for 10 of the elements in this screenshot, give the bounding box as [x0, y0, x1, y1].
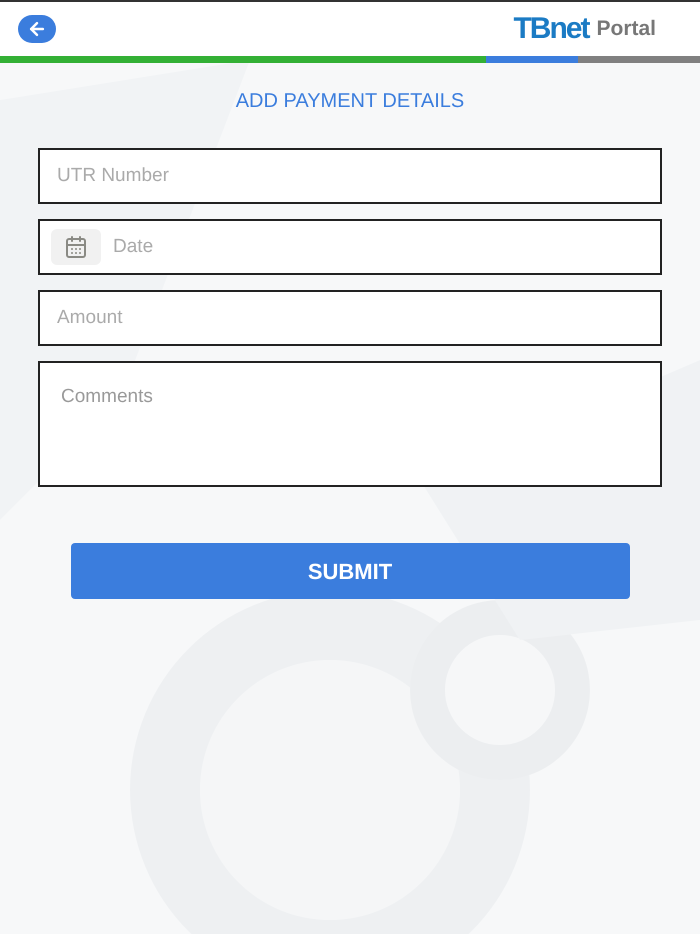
input-field[interactable]: Amount: [38, 290, 662, 346]
back-button[interactable]: [18, 15, 56, 43]
submit-button[interactable]: SUBMIT: [70, 543, 630, 599]
calendar-icon: [51, 229, 101, 265]
page-title: ADD PAYMENT DETAILS: [236, 89, 464, 114]
date-field[interactable]: Date: [38, 219, 662, 275]
comments-field[interactable]: Comments: [38, 361, 662, 487]
input-field[interactable]: UTR Number: [38, 148, 662, 204]
logo-portal-text: Portal: [596, 16, 656, 42]
logo: TBnet: [513, 14, 588, 44]
